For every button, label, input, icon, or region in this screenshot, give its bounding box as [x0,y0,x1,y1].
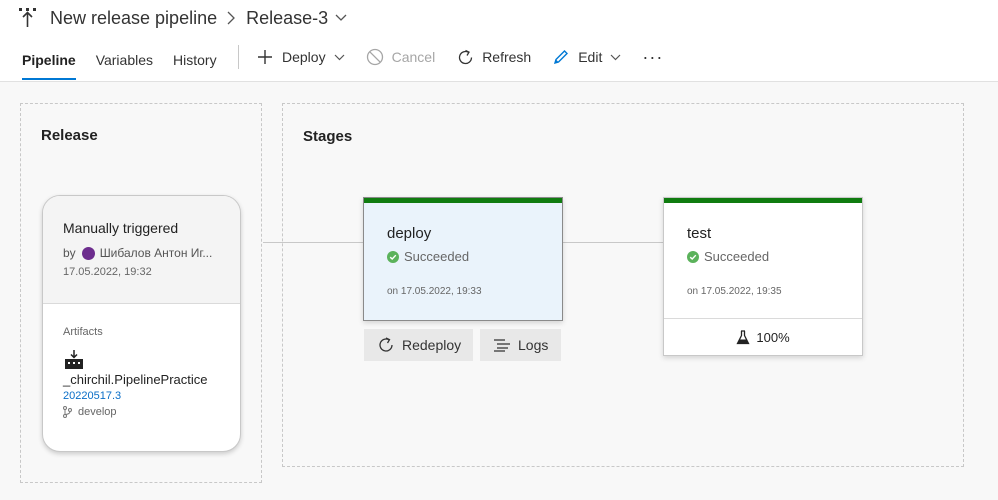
stage-status-text: Succeeded [704,249,770,264]
stage-status: Succeeded [687,249,769,264]
artifact-build-link[interactable]: 20220517.3 [63,390,240,402]
plus-icon [256,48,274,66]
avatar [81,246,95,260]
logs-icon [494,339,510,352]
stage-date: on 17.05.2022, 19:35 [687,286,782,297]
edit-button[interactable]: Edit [552,48,621,66]
chevron-down-icon[interactable] [335,14,347,22]
user-name: Шибалов Антон Иг... [99,246,213,260]
stages-section-title: Stages [303,128,353,145]
breadcrumb-release[interactable]: Release-3 [246,8,328,29]
stage-card-deploy[interactable]: deploy Succeeded on 17.05.2022, 19:33 [363,197,563,321]
deploy-label: Deploy [282,49,326,65]
release-trigger-info: Manually triggered by Шибалов Антон Иг..… [43,196,240,304]
test-results[interactable]: 100% [664,318,862,355]
connector-line [263,242,364,243]
release-date: 17.05.2022, 19:32 [63,266,152,278]
tab-variables[interactable]: Variables [96,40,153,80]
flask-icon [736,329,750,344]
logs-button[interactable]: Logs [480,329,561,361]
header: New release pipeline Release-3 Pipeline … [0,0,998,82]
breadcrumb: New release pipeline Release-3 [18,6,347,30]
stage-name: test [687,225,712,242]
cancel-label: Cancel [391,49,436,65]
branch-icon [63,406,72,418]
test-pass-rate: 100% [756,329,790,345]
artifact-name: _chirchil.PipelinePractice [63,372,208,387]
build-artifact-icon [63,350,85,370]
cancel-icon [366,48,384,66]
chevron-down-icon [610,54,621,61]
redeploy-button[interactable]: Redeploy [364,329,473,361]
tab-pipeline[interactable]: Pipeline [22,40,76,80]
stage-date: on 17.05.2022, 19:33 [387,286,482,297]
check-circle-icon [687,250,699,263]
logs-label: Logs [518,337,549,353]
breadcrumb-pipeline-link[interactable]: New release pipeline [50,8,217,29]
stage-status: Succeeded [387,249,469,264]
stage-name: deploy [387,225,432,242]
trigger-text: Manually triggered [63,220,179,236]
stage-card-test[interactable]: test Succeeded on 17.05.2022, 19:35 100% [663,197,863,356]
by-label: by [63,246,76,260]
toolbar-divider [238,45,239,69]
pencil-icon [552,48,570,66]
edit-label: Edit [578,49,603,65]
release-section-title: Release [41,127,98,144]
stage-status-text: Succeeded [404,249,470,264]
refresh-label: Refresh [482,49,532,65]
redeploy-label: Redeploy [402,337,462,353]
tab-history[interactable]: History [173,40,217,80]
triggered-by: by Шибалов Антон Иг... [63,246,240,260]
stage-status-bar [664,198,862,203]
artifacts-section: Artifacts _chirchil.PipelinePractice 202… [43,304,240,418]
cancel-button[interactable]: Cancel [366,48,436,66]
artifact-branch: develop [63,406,240,418]
deploy-button[interactable]: Deploy [256,48,345,66]
refresh-icon [456,48,474,66]
redeploy-icon [379,337,393,352]
artifacts-label: Artifacts [63,326,103,338]
pipeline-icon [18,7,38,29]
chevron-right-icon [227,11,236,25]
command-bar: Deploy Cancel Refresh Edit ··· [256,44,663,70]
branch-name: develop [78,406,117,418]
stage-status-bar [364,198,562,203]
check-circle-icon [387,250,399,263]
chevron-down-icon [334,54,345,61]
tab-bar: Pipeline Variables History [22,40,237,80]
more-options-button[interactable]: ··· [642,47,663,68]
refresh-button[interactable]: Refresh [456,48,531,66]
connector-line [563,242,664,243]
release-card[interactable]: Manually triggered by Шибалов Антон Иг..… [42,195,241,452]
